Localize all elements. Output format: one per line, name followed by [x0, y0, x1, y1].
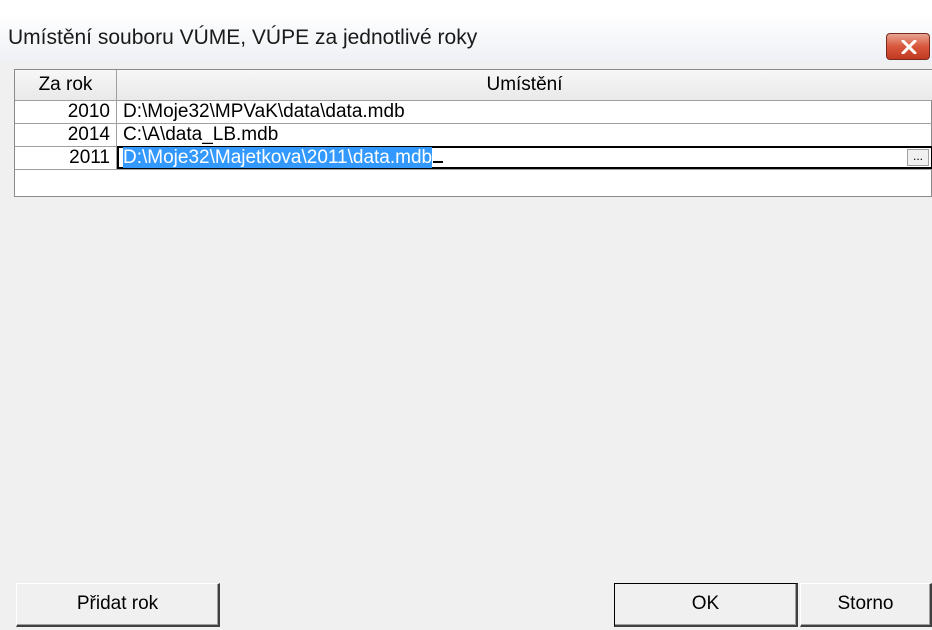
- close-icon: [901, 40, 917, 54]
- table-header: Za rok Umístění: [15, 70, 932, 101]
- add-year-button[interactable]: Přidat rok: [16, 583, 220, 627]
- year-cell[interactable]: 2014: [15, 124, 117, 146]
- top-strip: [0, 0, 932, 14]
- column-header-year[interactable]: Za rok: [15, 70, 117, 100]
- table-row-editing[interactable]: 2011 D:\Moje32\Majetkova\2011\data.mdb .…: [15, 146, 932, 170]
- close-button[interactable]: [886, 33, 930, 60]
- dialog-window: Umístění souboru VÚME, VÚPE za jednotliv…: [0, 0, 932, 630]
- path-cell[interactable]: D:\Moje32\MPVaK\data\data.mdb: [117, 101, 932, 123]
- years-table[interactable]: Za rok Umístění 2010 D:\Moje32\MPVaK\dat…: [14, 69, 932, 197]
- title-bar[interactable]: Umístění souboru VÚME, VÚPE za jednotliv…: [0, 14, 932, 62]
- table-row[interactable]: 2010 D:\Moje32\MPVaK\data\data.mdb: [15, 101, 932, 124]
- path-edit-field[interactable]: D:\Moje32\Majetkova\2011\data.mdb ...: [117, 146, 932, 169]
- year-cell[interactable]: 2010: [15, 101, 117, 123]
- text-caret: [433, 161, 444, 163]
- table-row[interactable]: 2014 C:\A\data_LB.mdb: [15, 124, 932, 147]
- ok-button[interactable]: OK: [614, 583, 798, 627]
- browse-button[interactable]: ...: [907, 149, 929, 166]
- path-cell[interactable]: C:\A\data_LB.mdb: [117, 124, 932, 146]
- cancel-button[interactable]: Storno: [800, 583, 932, 627]
- column-header-location[interactable]: Umístění: [117, 70, 932, 100]
- selected-path-text[interactable]: D:\Moje32\Majetkova\2011\data.mdb: [123, 147, 433, 168]
- window-title: Umístění souboru VÚME, VÚPE za jednotliv…: [8, 26, 478, 49]
- year-cell[interactable]: 2011: [15, 147, 117, 169]
